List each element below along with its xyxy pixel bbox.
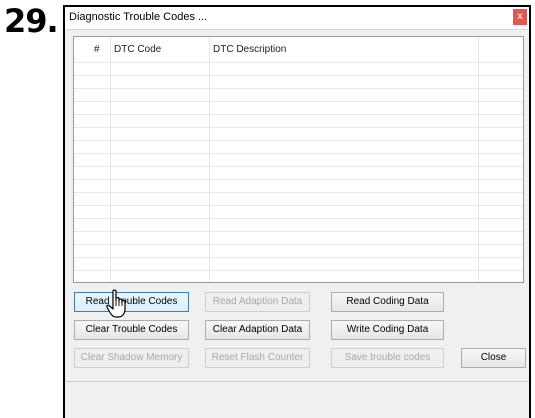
clear-shadow-memory-button[interactable]: Clear Shadow Memory	[74, 348, 189, 368]
list-grid-line	[74, 166, 523, 179]
list-grid-line	[74, 192, 523, 205]
close-icon[interactable]: x	[513, 9, 527, 25]
list-rows	[74, 62, 523, 282]
list-grid-line	[74, 75, 523, 88]
clear-trouble-codes-button[interactable]: Clear Trouble Codes	[74, 320, 189, 340]
reset-flash-counter-button[interactable]: Reset Flash Counter	[205, 348, 310, 368]
read-trouble-codes-button[interactable]: Read Trouble Codes	[74, 292, 189, 312]
list-grid-line	[74, 244, 523, 257]
write-coding-data-button[interactable]: Write Coding Data	[331, 320, 444, 340]
window-title: Diagnostic Trouble Codes ...	[69, 11, 208, 23]
column-header-number[interactable]: #	[90, 37, 110, 62]
list-grid-line	[74, 114, 523, 127]
list-grid-line	[74, 62, 523, 75]
dtc-window: Diagnostic Trouble Codes ... x # DTC Cod…	[63, 5, 531, 418]
list-grid-line	[74, 127, 523, 140]
read-adaption-data-button[interactable]: Read Adaption Data	[205, 292, 310, 312]
list-grid-line	[74, 101, 523, 114]
list-grid-line	[74, 179, 523, 192]
title-bar: Diagnostic Trouble Codes ... x	[65, 7, 529, 30]
list-grid-line	[74, 231, 523, 244]
step-number: 29.	[4, 2, 59, 40]
list-grid-line	[74, 140, 523, 153]
column-header-dtc-description[interactable]: DTC Description	[209, 37, 469, 62]
list-grid-line	[74, 257, 523, 270]
column-header-dtc-code[interactable]: DTC Code	[110, 37, 210, 62]
clear-adaption-data-button[interactable]: Clear Adaption Data	[205, 320, 310, 340]
hand-pointer-icon	[106, 289, 126, 318]
list-grid-line	[74, 88, 523, 101]
list-grid-line	[74, 270, 523, 282]
read-coding-data-button[interactable]: Read Coding Data	[331, 292, 444, 312]
close-button[interactable]: Close	[461, 348, 526, 368]
list-grid-line	[74, 153, 523, 166]
list-grid-line	[74, 205, 523, 218]
divider	[65, 381, 529, 382]
save-trouble-codes-button[interactable]: Save trouble codes	[331, 348, 444, 368]
list-grid-line	[74, 218, 523, 231]
list-header: # DTC Code DTC Description	[74, 37, 523, 62]
dtc-list[interactable]: # DTC Code DTC Description	[73, 36, 524, 283]
